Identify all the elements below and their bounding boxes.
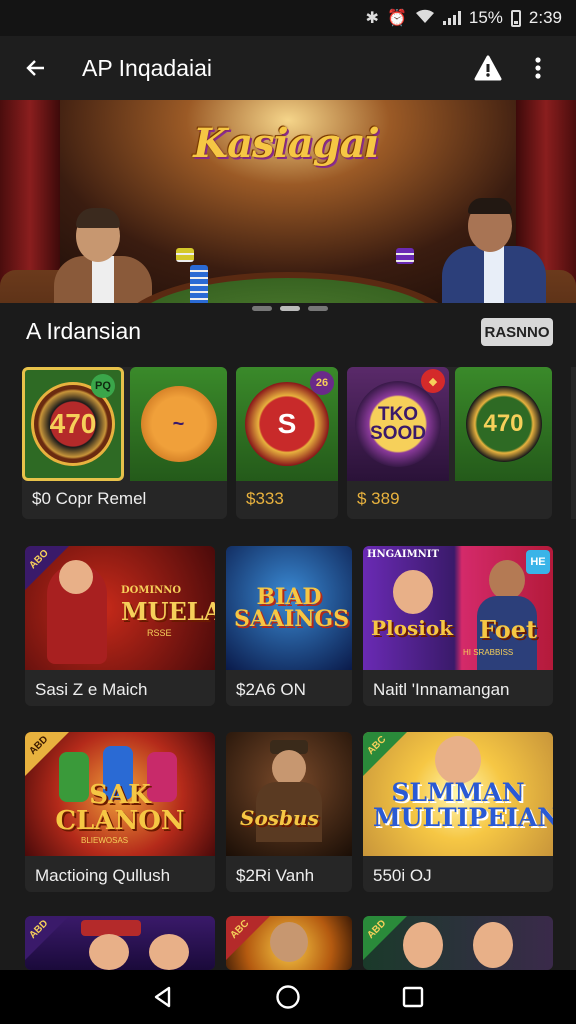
alert-button[interactable] [468, 48, 508, 88]
bluetooth-icon: ✱ [365, 10, 379, 27]
game-art-title: SLMMAN MULTIPEIAN [373, 778, 553, 832]
recents-square-icon [403, 986, 424, 1008]
game-art-title: Foet [479, 615, 538, 644]
nav-recents-button[interactable] [388, 972, 438, 1022]
banner-title: Kasiagai [193, 120, 379, 167]
clock: 2:39 [528, 8, 562, 27]
carousel-dot[interactable] [280, 306, 300, 311]
chip-graphic: 470 [465, 386, 542, 462]
game-card[interactable]: ABD [363, 916, 553, 970]
section-title: A Irdansian [26, 318, 142, 344]
corner-ribbon: ABC [226, 916, 270, 960]
game-card[interactable]: SAK CLANON BLIEWOSAS ABD Mactioing Qullu… [25, 732, 215, 892]
corner-ribbon: ABD [363, 916, 407, 960]
app-bar: AP Inqadaiai [0, 36, 576, 100]
arrow-left-icon [26, 60, 44, 76]
chip-card[interactable]: S 26 $333 [236, 367, 338, 519]
chip-label: $333 [246, 489, 284, 508]
game-title: 550i OJ [373, 866, 432, 885]
back-triangle-icon [154, 986, 170, 1008]
page-title: AP Inqadaiai [82, 54, 213, 81]
game-tag: HE [526, 550, 550, 574]
section-badge-button[interactable]: RASNNO [481, 318, 553, 346]
player-right-figure [428, 198, 548, 303]
back-button[interactable] [18, 50, 54, 86]
game-card[interactable]: BIAD SAAINGS $2A6 ON [226, 546, 352, 706]
wifi-icon [415, 8, 435, 29]
chip-tag: 26 [310, 371, 334, 395]
game-card[interactable]: DOMINNO MUELARN RSSE ABO Sasi Z e Maich [25, 546, 215, 706]
chip-graphic: ~ [140, 386, 217, 462]
corner-ribbon: ABD [25, 916, 69, 960]
chip-graphic: TKO SOOD [355, 381, 441, 467]
corner-ribbon: ABC [363, 732, 407, 776]
game-card[interactable]: ABC [226, 916, 352, 970]
game-title: $2Ri Vanh [236, 866, 315, 885]
status-bar: ✱ ⏰ 15% 2:39 [0, 0, 576, 36]
chip-label: $0 Copr Remel [32, 489, 147, 508]
game-art-title: MUELARN [121, 597, 215, 626]
carousel-dot[interactable] [252, 306, 272, 311]
chip-card[interactable]: TKO SOOD ◆ 470 $ 389 [347, 367, 552, 519]
game-art-title: Plosiok [371, 616, 454, 640]
battery-percent: 15% [468, 8, 503, 27]
game-card[interactable]: Sosbus $2Ri Vanh [226, 732, 352, 892]
game-art-title: SAK CLANON [55, 780, 185, 836]
chip-stack [396, 248, 414, 264]
chip-card-peek [571, 367, 576, 519]
game-title: $2A6 ON [236, 680, 306, 699]
alert-icon [474, 55, 502, 81]
game-card[interactable]: ABD [25, 916, 215, 970]
carousel-indicator [252, 306, 328, 311]
player-left-figure [46, 208, 156, 303]
chip-stack [176, 248, 194, 262]
game-card[interactable]: HNGAIMNIT Plosiok Foet HI SRABBISS HE Na… [363, 546, 553, 706]
chip-card[interactable]: 470 PQ ~ $0 Copr Remel [22, 367, 227, 519]
chip-graphic: S [245, 382, 329, 466]
game-art-title: BIAD SAAINGS [234, 584, 350, 632]
game-art-title: Sosbus [240, 806, 319, 830]
hero-banner[interactable]: Kasiagai [0, 100, 576, 303]
signal-icon [442, 11, 461, 25]
game-title: Naitl 'Innamangan [373, 680, 510, 699]
game-title: Mactioing Qullush [35, 866, 171, 885]
game-card[interactable]: SLMMAN MULTIPEIAN ABC 550i OJ [363, 732, 553, 892]
system-nav-bar [0, 970, 576, 1024]
chip-tag: PQ [91, 374, 115, 398]
battery-icon [510, 9, 521, 27]
chip-label: $ 389 [357, 489, 400, 508]
carousel-dot[interactable] [308, 306, 328, 311]
chip-tag: ◆ [421, 369, 445, 393]
game-title: Sasi Z e Maich [35, 680, 148, 699]
more-vert-icon [535, 57, 541, 79]
alarm-icon: ⏰ [386, 10, 407, 27]
nav-back-button[interactable] [138, 972, 188, 1022]
more-options-button[interactable] [518, 48, 558, 88]
chip-stack [190, 265, 208, 303]
home-circle-icon [276, 985, 300, 1009]
nav-home-button[interactable] [263, 972, 313, 1022]
